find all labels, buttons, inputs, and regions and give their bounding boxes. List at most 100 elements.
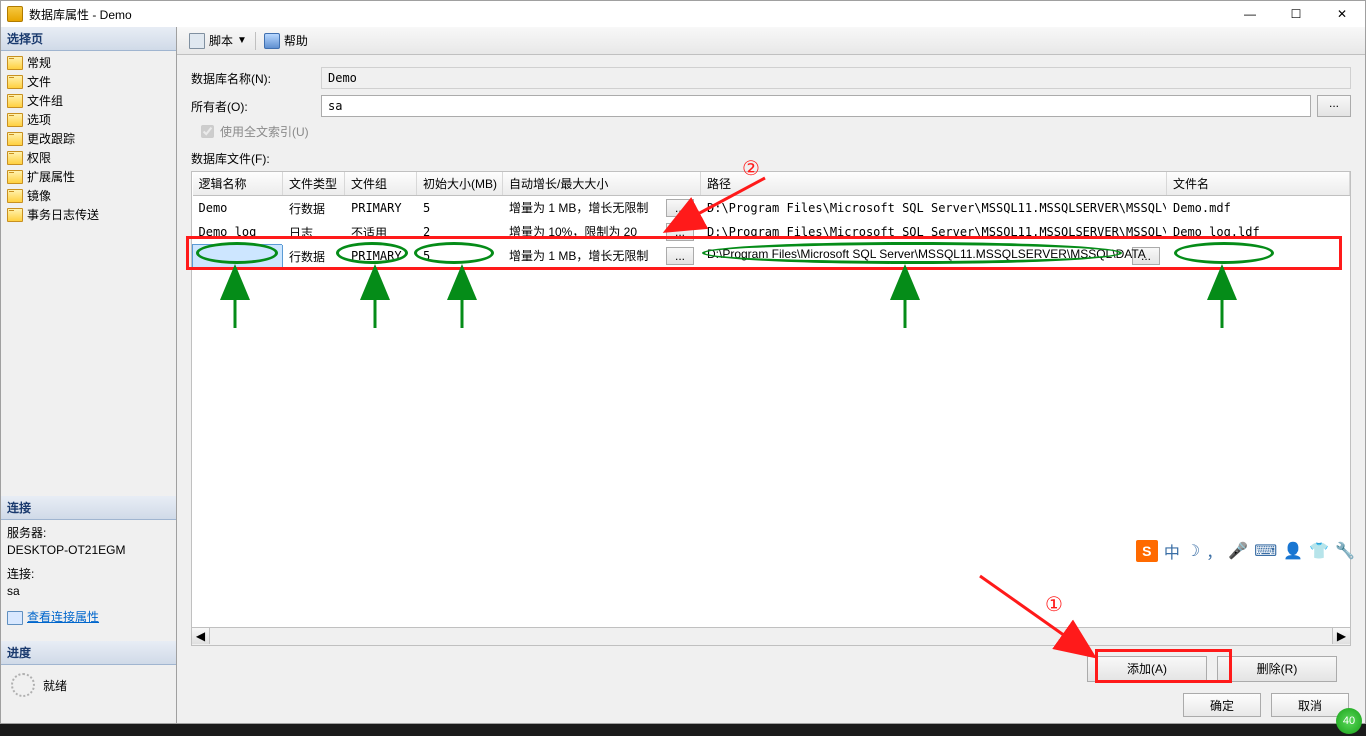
cell-logical[interactable] [193, 244, 283, 268]
dialog-buttons: 确定 取消 [1183, 693, 1349, 717]
cell-size[interactable]: 2 [417, 220, 503, 244]
ime-comma-icon[interactable]: ， [1206, 539, 1222, 563]
page-icon [7, 113, 23, 127]
cell-size[interactable]: 5 [417, 244, 503, 268]
cell-size[interactable]: 5 [417, 196, 503, 221]
page-extended[interactable]: 扩展属性 [5, 167, 172, 186]
remove-button[interactable]: 删除(R) [1217, 656, 1337, 682]
select-page-header: 选择页 [1, 27, 176, 51]
close-button[interactable]: ✕ [1319, 1, 1365, 27]
cell-filegroup[interactable]: PRIMARY [345, 196, 417, 221]
cell-filegroup[interactable]: PRIMARY [345, 244, 417, 268]
ime-lang[interactable]: 中 [1164, 539, 1180, 563]
toolbar: 脚本 ▼ 帮助 [177, 27, 1365, 55]
owner-input[interactable] [321, 95, 1311, 117]
cell-path[interactable]: D:\Program Files\Microsoft SQL Server\MS… [701, 220, 1167, 244]
ime-toolbar[interactable]: S 中 ☽ ， 🎤 ⌨ 👤 👕 🔧 [1134, 537, 1357, 565]
th-size[interactable]: 初始大小(MB) [417, 172, 503, 196]
page-mirroring[interactable]: 镜像 [5, 186, 172, 205]
cell-filename[interactable]: Demo.mdf [1167, 196, 1350, 221]
page-changetracking[interactable]: 更改跟踪 [5, 129, 172, 148]
cell-path[interactable]: ...D:\Program Files\Microsoft SQL Server… [701, 244, 1167, 268]
cell-type[interactable]: 行数据 [283, 244, 345, 268]
minimize-button[interactable]: — [1227, 1, 1273, 27]
ok-button[interactable]: 确定 [1183, 693, 1261, 717]
scroll-left-icon[interactable]: ◀ [192, 628, 210, 644]
taskbar[interactable] [0, 724, 1366, 736]
cell-logical[interactable]: Demo_log [193, 220, 283, 244]
page-options[interactable]: 选项 [5, 110, 172, 129]
scroll-right-icon[interactable]: ▶ [1332, 628, 1350, 644]
cell-growth[interactable]: ...增量为 1 MB，增长无限制 [503, 196, 701, 221]
window-title: 数据库属性 - Demo [29, 6, 1227, 23]
right-panel: 脚本 ▼ 帮助 数据库名称(N): 所有者(O): ... [177, 27, 1365, 723]
page-permissions[interactable]: 权限 [5, 148, 172, 167]
table-row[interactable]: Demo_log 日志 不适用 2 ...增量为 10%，限制为 20 D:\P… [193, 220, 1350, 244]
progress-spinner-icon [11, 673, 35, 697]
page-list: 常规 文件 文件组 选项 更改跟踪 权限 扩展属性 镜像 事务日志传送 [1, 51, 176, 226]
owner-browse-button[interactable]: ... [1317, 95, 1351, 117]
th-path[interactable]: 路径 [701, 172, 1167, 196]
title-bar: 数据库属性 - Demo — ☐ ✕ [1, 1, 1365, 27]
tray-badge[interactable]: 40 [1336, 708, 1362, 734]
page-logshipping[interactable]: 事务日志传送 [5, 205, 172, 224]
connection-info: 服务器: DESKTOP-OT21EGM 连接: sa 查看连接属性 [1, 520, 176, 631]
help-icon [264, 33, 280, 49]
cell-type[interactable]: 日志 [283, 220, 345, 244]
ime-moon-icon[interactable]: ☽ [1186, 541, 1200, 561]
cell-type[interactable]: 行数据 [283, 196, 345, 221]
page-label: 更改跟踪 [27, 130, 75, 147]
th-logical[interactable]: 逻辑名称 [193, 172, 283, 196]
connection-value: sa [7, 584, 170, 598]
chevron-down-icon: ▼ [237, 35, 247, 46]
page-label: 文件 [27, 73, 51, 90]
sogou-icon[interactable]: S [1136, 540, 1158, 562]
th-type[interactable]: 文件类型 [283, 172, 345, 196]
files-table[interactable]: 逻辑名称 文件类型 文件组 初始大小(MB) 自动增长/最大大小 路径 文件名 [192, 172, 1350, 269]
connection-label: 连接: [7, 565, 170, 582]
th-filename[interactable]: 文件名 [1167, 172, 1350, 196]
page-label: 镜像 [27, 187, 51, 204]
page-icon [7, 75, 23, 89]
db-name-label: 数据库名称(N): [191, 70, 321, 87]
page-files[interactable]: 文件 [5, 72, 172, 91]
left-panel: 选择页 常规 文件 文件组 选项 更改跟踪 权限 扩展属性 镜像 事务日志传送 … [1, 27, 177, 723]
growth-browse-button[interactable]: ... [666, 223, 694, 241]
page-filegroups[interactable]: 文件组 [5, 91, 172, 110]
growth-browse-button[interactable]: ... [666, 199, 694, 217]
th-growth[interactable]: 自动增长/最大大小 [503, 172, 701, 196]
page-icon [7, 170, 23, 184]
connection-header: 连接 [1, 496, 176, 520]
cell-path[interactable]: D:\Program Files\Microsoft SQL Server\MS… [701, 196, 1167, 221]
script-button[interactable]: 脚本 ▼ [185, 30, 251, 51]
ime-keyboard-icon[interactable]: ⌨ [1254, 541, 1277, 561]
cell-growth[interactable]: ...增量为 10%，限制为 20 [503, 220, 701, 244]
page-icon [7, 151, 23, 165]
cell-logical[interactable]: Demo [193, 196, 283, 221]
cell-filename[interactable] [1167, 244, 1350, 268]
ime-person-icon[interactable]: 👤 [1283, 541, 1303, 561]
cell-filegroup[interactable]: 不适用 [345, 220, 417, 244]
owner-label: 所有者(O): [191, 98, 321, 115]
ime-shirt-icon[interactable]: 👕 [1309, 541, 1329, 561]
cell-growth[interactable]: ...增量为 1 MB，增长无限制 [503, 244, 701, 268]
add-button[interactable]: 添加(A) [1087, 656, 1207, 682]
ime-wrench-icon[interactable]: 🔧 [1335, 541, 1355, 561]
fulltext-label: 使用全文索引(U) [220, 123, 309, 140]
page-general[interactable]: 常规 [5, 53, 172, 72]
progress-status: 就绪 [43, 677, 67, 694]
fulltext-checkbox: 使用全文索引(U) [201, 123, 1351, 140]
page-icon [7, 56, 23, 70]
script-icon [189, 33, 205, 49]
maximize-button[interactable]: ☐ [1273, 1, 1319, 27]
cell-filename[interactable]: Demo_log.ldf [1167, 220, 1350, 244]
help-button[interactable]: 帮助 [260, 30, 312, 51]
db-name-input [321, 67, 1351, 89]
growth-browse-button[interactable]: ... [666, 247, 694, 265]
view-connection-link[interactable]: 查看连接属性 [27, 610, 99, 624]
table-row-new[interactable]: 行数据 PRIMARY 5 ...增量为 1 MB，增长无限制 ...D:\Pr… [193, 244, 1350, 268]
th-filegroup[interactable]: 文件组 [345, 172, 417, 196]
horizontal-scrollbar[interactable]: ◀ ▶ [191, 628, 1351, 646]
table-row[interactable]: Demo 行数据 PRIMARY 5 ...增量为 1 MB，增长无限制 D:\… [193, 196, 1350, 221]
ime-mic-icon[interactable]: 🎤 [1228, 541, 1248, 561]
